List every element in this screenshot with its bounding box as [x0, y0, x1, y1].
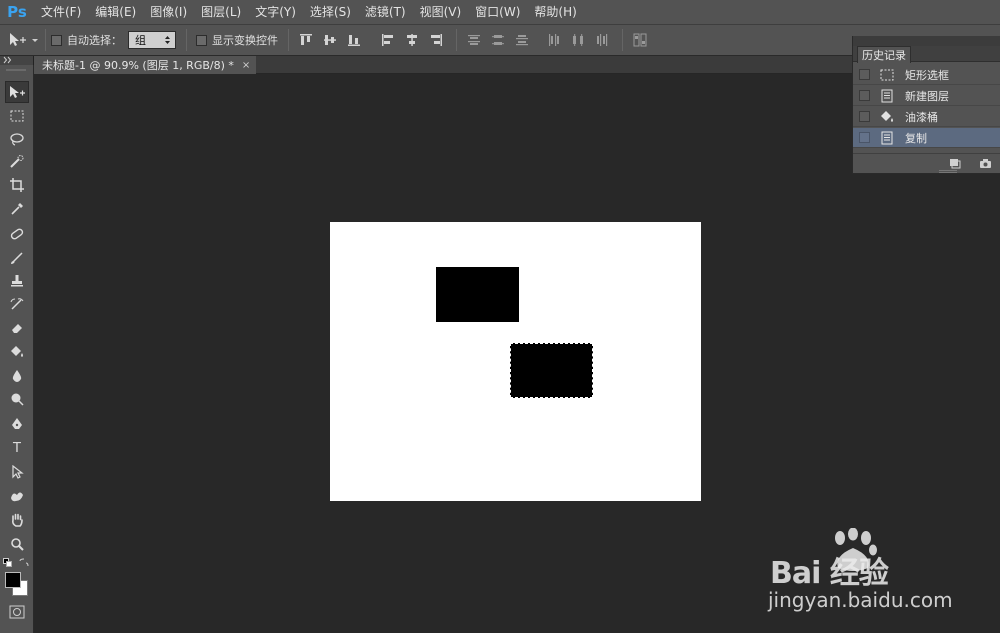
- menu-filter[interactable]: 滤镜(T): [358, 0, 413, 24]
- auto-align-layers-icon[interactable]: [633, 33, 647, 47]
- layer-doc-icon: [881, 89, 893, 102]
- document-tab-strip: 未标题-1 @ 90.9% (图层 1, RGB/8) * ×: [34, 56, 852, 74]
- distribute-right-icon[interactable]: [595, 33, 609, 47]
- history-item-label: 复制: [905, 131, 927, 145]
- auto-select-label: 自动选择：: [67, 34, 122, 47]
- eyedropper-tool-icon[interactable]: [5, 198, 29, 220]
- type-tool-icon[interactable]: T: [5, 437, 29, 459]
- options-bar: 自动选择： 组 显示变换控件: [0, 24, 1000, 56]
- close-tab-icon[interactable]: ×: [242, 60, 250, 71]
- new-document-from-state-icon[interactable]: [949, 158, 962, 169]
- align-vcenter-icon[interactable]: [323, 33, 337, 47]
- pen-tool-icon[interactable]: [5, 413, 29, 435]
- show-transform-label: 显示变换控件: [212, 34, 278, 47]
- distribute-vcenter-icon[interactable]: [491, 33, 505, 47]
- history-panel: 历史记录 矩形选框 新建图层 油漆桶 复制: [852, 36, 1000, 174]
- history-brush-tool-icon[interactable]: [5, 293, 29, 315]
- options-separator: [456, 29, 457, 51]
- lasso-tool-icon[interactable]: [5, 128, 29, 150]
- document-tab[interactable]: 未标题-1 @ 90.9% (图层 1, RGB/8) * ×: [34, 56, 257, 74]
- history-snapshot-checkbox[interactable]: [859, 132, 870, 143]
- history-item-label: 新建图层: [905, 89, 949, 103]
- photoshop-logo: Ps: [7, 3, 27, 21]
- black-rectangle-selected[interactable]: [510, 343, 593, 398]
- align-hcenter-icon[interactable]: [405, 33, 419, 47]
- menu-layer[interactable]: 图层(L): [194, 0, 248, 24]
- document-title: 未标题-1 @ 90.9% (图层 1, RGB/8) *: [42, 59, 234, 72]
- grip-handle[interactable]: [6, 69, 26, 71]
- foreground-color-swatch[interactable]: [5, 572, 21, 588]
- expand-chevrons-icon[interactable]: [3, 56, 13, 64]
- swap-colors-icon[interactable]: [19, 558, 29, 567]
- menu-window[interactable]: 窗口(W): [468, 0, 527, 24]
- quick-mask-icon[interactable]: [9, 605, 25, 619]
- baidu-watermark-logo: Bai 经验: [770, 556, 889, 591]
- custom-shape-tool-icon[interactable]: [5, 485, 29, 507]
- rect-marquee-icon: [880, 69, 894, 80]
- camera-snapshot-icon[interactable]: [979, 158, 992, 169]
- dodge-tool-icon[interactable]: [5, 388, 29, 410]
- menu-bar: Ps 文件(F) 编辑(E) 图像(I) 图层(L) 文字(Y) 选择(S) 滤…: [0, 0, 1000, 24]
- healing-brush-tool-icon[interactable]: [5, 223, 29, 245]
- move-tool-icon[interactable]: [5, 81, 29, 103]
- menu-type[interactable]: 文字(Y): [248, 0, 303, 24]
- layer-doc-icon: [881, 131, 893, 144]
- history-item-label: 矩形选框: [905, 68, 949, 82]
- auto-select-value: 组: [135, 34, 146, 47]
- quick-select-tool-icon[interactable]: [5, 151, 29, 173]
- history-item[interactable]: 矩形选框: [853, 65, 1000, 85]
- align-left-icon[interactable]: [381, 33, 395, 47]
- options-separator: [622, 29, 623, 51]
- brush-tool-icon[interactable]: [5, 247, 29, 269]
- menu-image[interactable]: 图像(I): [143, 0, 194, 24]
- black-rectangle[interactable]: [436, 267, 519, 322]
- tools-panel-header[interactable]: [0, 56, 34, 65]
- document-canvas[interactable]: [330, 222, 701, 501]
- paint-bucket-icon: [881, 110, 893, 122]
- menu-help[interactable]: 帮助(H): [527, 0, 583, 24]
- options-separator: [45, 29, 46, 51]
- panel-resize-grip[interactable]: [939, 170, 957, 173]
- menu-file[interactable]: 文件(F): [34, 0, 88, 24]
- default-colors-icon[interactable]: [3, 558, 13, 567]
- history-item-label: 油漆桶: [905, 110, 938, 124]
- tools-panel: T: [0, 65, 34, 633]
- zoom-tool-icon[interactable]: [5, 533, 29, 555]
- align-top-icon[interactable]: [299, 33, 313, 47]
- history-item[interactable]: 新建图层: [853, 86, 1000, 106]
- menu-edit[interactable]: 编辑(E): [88, 0, 143, 24]
- distribute-bottom-icon[interactable]: [515, 33, 529, 47]
- hand-tool-icon[interactable]: [5, 509, 29, 531]
- move-tool-preset-icon[interactable]: [6, 31, 40, 49]
- history-snapshot-checkbox[interactable]: [859, 69, 870, 80]
- align-bottom-icon[interactable]: [347, 33, 361, 47]
- dropdown-arrows-icon: [165, 36, 170, 44]
- history-snapshot-checkbox[interactable]: [859, 111, 870, 122]
- history-item-selected[interactable]: 复制: [853, 128, 1000, 148]
- paint-bucket-tool-icon[interactable]: [5, 341, 29, 363]
- blur-tool-icon[interactable]: [5, 365, 29, 387]
- history-item[interactable]: 油漆桶: [853, 107, 1000, 127]
- auto-select-checkbox[interactable]: [51, 34, 62, 46]
- rect-marquee-tool-icon[interactable]: [5, 105, 29, 127]
- distribute-hcenter-icon[interactable]: [571, 33, 585, 47]
- menu-select[interactable]: 选择(S): [303, 0, 358, 24]
- history-snapshot-checkbox[interactable]: [859, 90, 870, 101]
- baidu-watermark-url: jingyan.baidu.com: [768, 588, 953, 612]
- distribute-top-icon[interactable]: [467, 33, 481, 47]
- auto-select-dropdown[interactable]: 组: [128, 31, 176, 49]
- options-separator: [288, 29, 289, 51]
- eraser-tool-icon[interactable]: [5, 317, 29, 339]
- crop-tool-icon[interactable]: [5, 174, 29, 196]
- clone-stamp-tool-icon[interactable]: [5, 270, 29, 292]
- panel-dock-header[interactable]: [853, 36, 1000, 46]
- history-footer: [853, 153, 1000, 174]
- align-right-icon[interactable]: [429, 33, 443, 47]
- distribute-left-icon[interactable]: [547, 33, 561, 47]
- menu-view[interactable]: 视图(V): [413, 0, 469, 24]
- path-select-tool-icon[interactable]: [5, 461, 29, 483]
- options-separator: [186, 29, 187, 51]
- show-transform-checkbox[interactable]: [196, 34, 207, 46]
- history-panel-tab[interactable]: 历史记录: [857, 46, 911, 63]
